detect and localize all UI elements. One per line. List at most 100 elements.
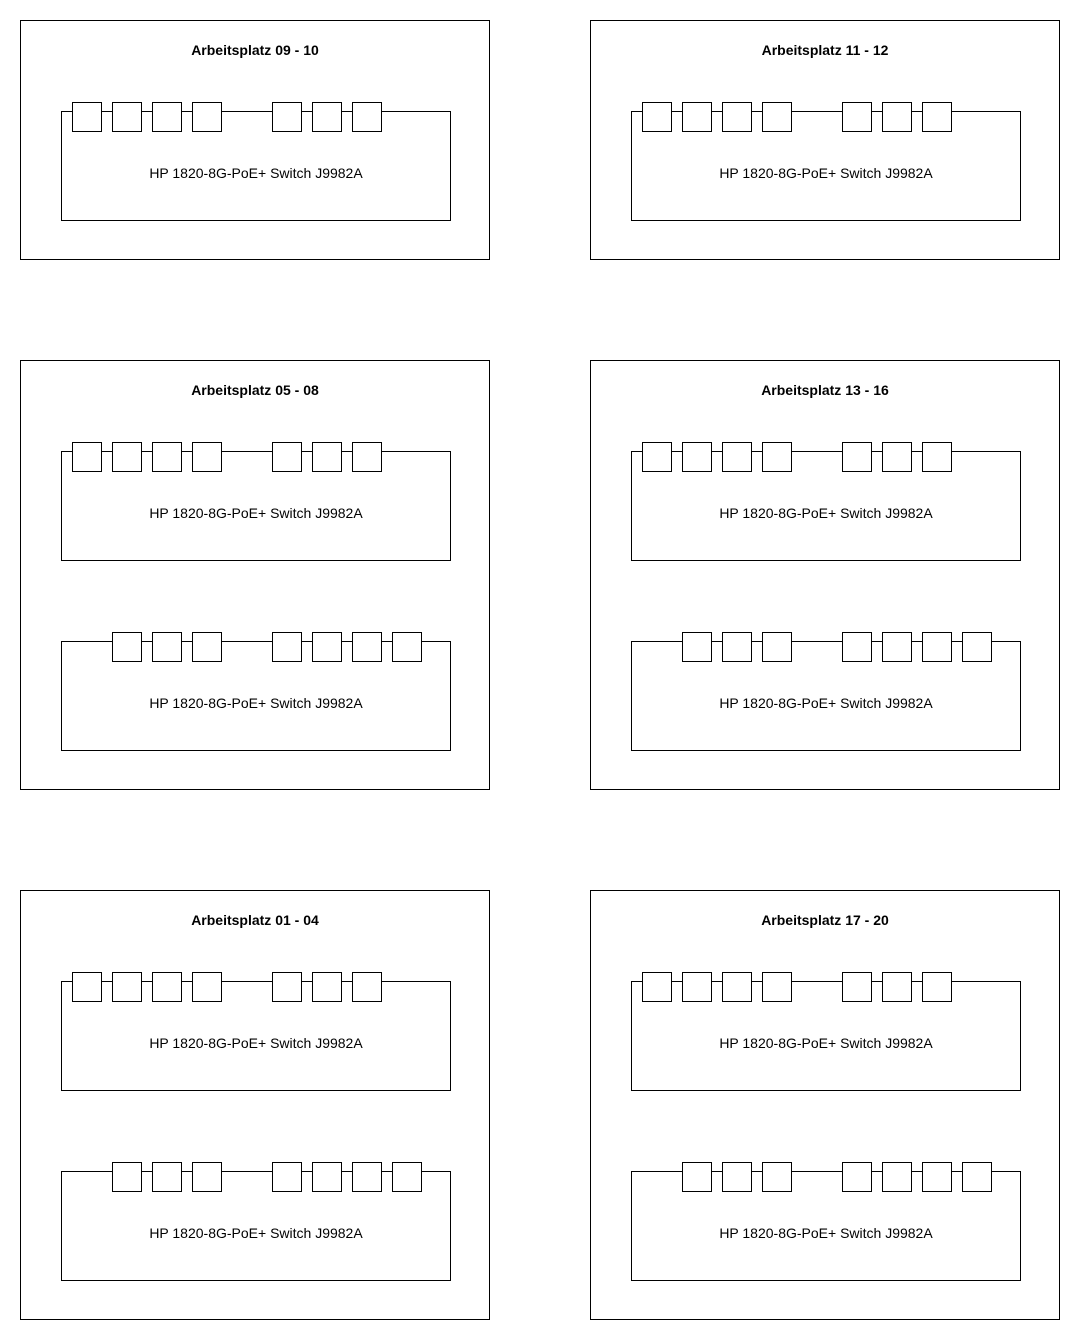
- switch-label: HP 1820-8G-PoE+ Switch J9982A: [149, 1035, 363, 1051]
- switch-port: [842, 102, 872, 132]
- workstation-title: Arbeitsplatz 11 - 12: [761, 42, 889, 58]
- switch-port: [882, 1162, 912, 1192]
- workstation-title: Arbeitsplatz 09 - 10: [191, 42, 319, 58]
- workstation-title: Arbeitsplatz 05 - 08: [191, 382, 319, 398]
- switch-port: [642, 102, 672, 132]
- switch-label: HP 1820-8G-PoE+ Switch J9982A: [719, 1225, 933, 1241]
- switch-label: HP 1820-8G-PoE+ Switch J9982A: [149, 695, 363, 711]
- workstation-05-08: Arbeitsplatz 05 - 08 HP 1820-8G-PoE+ Swi…: [20, 360, 490, 790]
- switch-port: [722, 442, 752, 472]
- switch-port: [882, 102, 912, 132]
- switch-port: [352, 102, 382, 132]
- switch-port: [312, 442, 342, 472]
- switch-port: [112, 442, 142, 472]
- switch-port: [272, 632, 302, 662]
- switch-port: [922, 632, 952, 662]
- switch-port: [312, 102, 342, 132]
- switch-port: [722, 102, 752, 132]
- switch-port: [152, 102, 182, 132]
- switch-label: HP 1820-8G-PoE+ Switch J9982A: [719, 165, 933, 181]
- switch-port: [112, 102, 142, 132]
- switch-label: HP 1820-8G-PoE+ Switch J9982A: [719, 695, 933, 711]
- switch-port: [882, 632, 912, 662]
- switch-port: [392, 632, 422, 662]
- network-switch: HP 1820-8G-PoE+ Switch J9982A: [631, 442, 1021, 561]
- network-switch: HP 1820-8G-PoE+ Switch J9982A: [61, 972, 451, 1091]
- workstation-09-10: Arbeitsplatz 09 - 10 HP 1820-8G-PoE+ Swi…: [20, 20, 490, 260]
- switch-port: [922, 442, 952, 472]
- switch-port: [72, 972, 102, 1002]
- switch-port: [922, 972, 952, 1002]
- workstation-11-12: Arbeitsplatz 11 - 12 HP 1820-8G-PoE+ Swi…: [590, 20, 1060, 260]
- switch-port: [112, 632, 142, 662]
- switch-port: [152, 972, 182, 1002]
- switch-port: [722, 632, 752, 662]
- switch-port: [192, 442, 222, 472]
- switch-label: HP 1820-8G-PoE+ Switch J9982A: [719, 505, 933, 521]
- switch-port: [152, 442, 182, 472]
- switch-port: [192, 102, 222, 132]
- workstation-title: Arbeitsplatz 01 - 04: [191, 912, 319, 928]
- switch-port: [352, 442, 382, 472]
- switch-port: [272, 442, 302, 472]
- network-switch: HP 1820-8G-PoE+ Switch J9982A: [631, 1162, 1021, 1281]
- switch-port: [642, 972, 672, 1002]
- switch-port: [722, 972, 752, 1002]
- switch-label: HP 1820-8G-PoE+ Switch J9982A: [149, 1225, 363, 1241]
- switch-port: [352, 632, 382, 662]
- switch-port: [192, 632, 222, 662]
- switch-port: [882, 972, 912, 1002]
- network-switch: HP 1820-8G-PoE+ Switch J9982A: [631, 102, 1021, 221]
- switch-port: [922, 102, 952, 132]
- switch-port: [352, 972, 382, 1002]
- switch-port: [312, 972, 342, 1002]
- switch-port: [762, 442, 792, 472]
- switch-port: [312, 1162, 342, 1192]
- switch-port: [112, 1162, 142, 1192]
- network-switch: HP 1820-8G-PoE+ Switch J9982A: [61, 632, 451, 751]
- workstation-title: Arbeitsplatz 17 - 20: [761, 912, 889, 928]
- switch-port: [272, 972, 302, 1002]
- workstation-13-16: Arbeitsplatz 13 - 16 HP 1820-8G-PoE+ Swi…: [590, 360, 1060, 790]
- switch-port: [192, 972, 222, 1002]
- switch-port: [922, 1162, 952, 1192]
- switch-port: [352, 1162, 382, 1192]
- network-switch: HP 1820-8G-PoE+ Switch J9982A: [631, 972, 1021, 1091]
- switch-port: [272, 1162, 302, 1192]
- switch-port: [962, 632, 992, 662]
- switch-port: [842, 972, 872, 1002]
- workstation-title: Arbeitsplatz 13 - 16: [761, 382, 889, 398]
- switch-port: [682, 1162, 712, 1192]
- switch-port: [722, 1162, 752, 1192]
- network-switch: HP 1820-8G-PoE+ Switch J9982A: [61, 1162, 451, 1281]
- switch-label: HP 1820-8G-PoE+ Switch J9982A: [149, 505, 363, 521]
- switch-port: [72, 102, 102, 132]
- switch-port: [642, 442, 672, 472]
- switch-port: [272, 102, 302, 132]
- switch-port: [882, 442, 912, 472]
- switch-port: [112, 972, 142, 1002]
- switch-port: [682, 442, 712, 472]
- switch-label: HP 1820-8G-PoE+ Switch J9982A: [719, 1035, 933, 1051]
- switch-label: HP 1820-8G-PoE+ Switch J9982A: [149, 165, 363, 181]
- switch-port: [682, 632, 712, 662]
- switch-port: [762, 972, 792, 1002]
- switch-port: [842, 1162, 872, 1192]
- switch-port: [152, 1162, 182, 1192]
- network-switch: HP 1820-8G-PoE+ Switch J9982A: [631, 632, 1021, 751]
- switch-port: [682, 972, 712, 1002]
- workstation-01-04: Arbeitsplatz 01 - 04 HP 1820-8G-PoE+ Swi…: [20, 890, 490, 1320]
- switch-port: [72, 442, 102, 472]
- switch-port: [762, 1162, 792, 1192]
- workstation-17-20: Arbeitsplatz 17 - 20 HP 1820-8G-PoE+ Swi…: [590, 890, 1060, 1320]
- network-switch: HP 1820-8G-PoE+ Switch J9982A: [61, 442, 451, 561]
- switch-port: [152, 632, 182, 662]
- switch-port: [762, 102, 792, 132]
- network-switch: HP 1820-8G-PoE+ Switch J9982A: [61, 102, 451, 221]
- switch-port: [312, 632, 342, 662]
- switch-port: [842, 632, 872, 662]
- switch-port: [962, 1162, 992, 1192]
- switch-port: [682, 102, 712, 132]
- switch-port: [392, 1162, 422, 1192]
- switch-port: [842, 442, 872, 472]
